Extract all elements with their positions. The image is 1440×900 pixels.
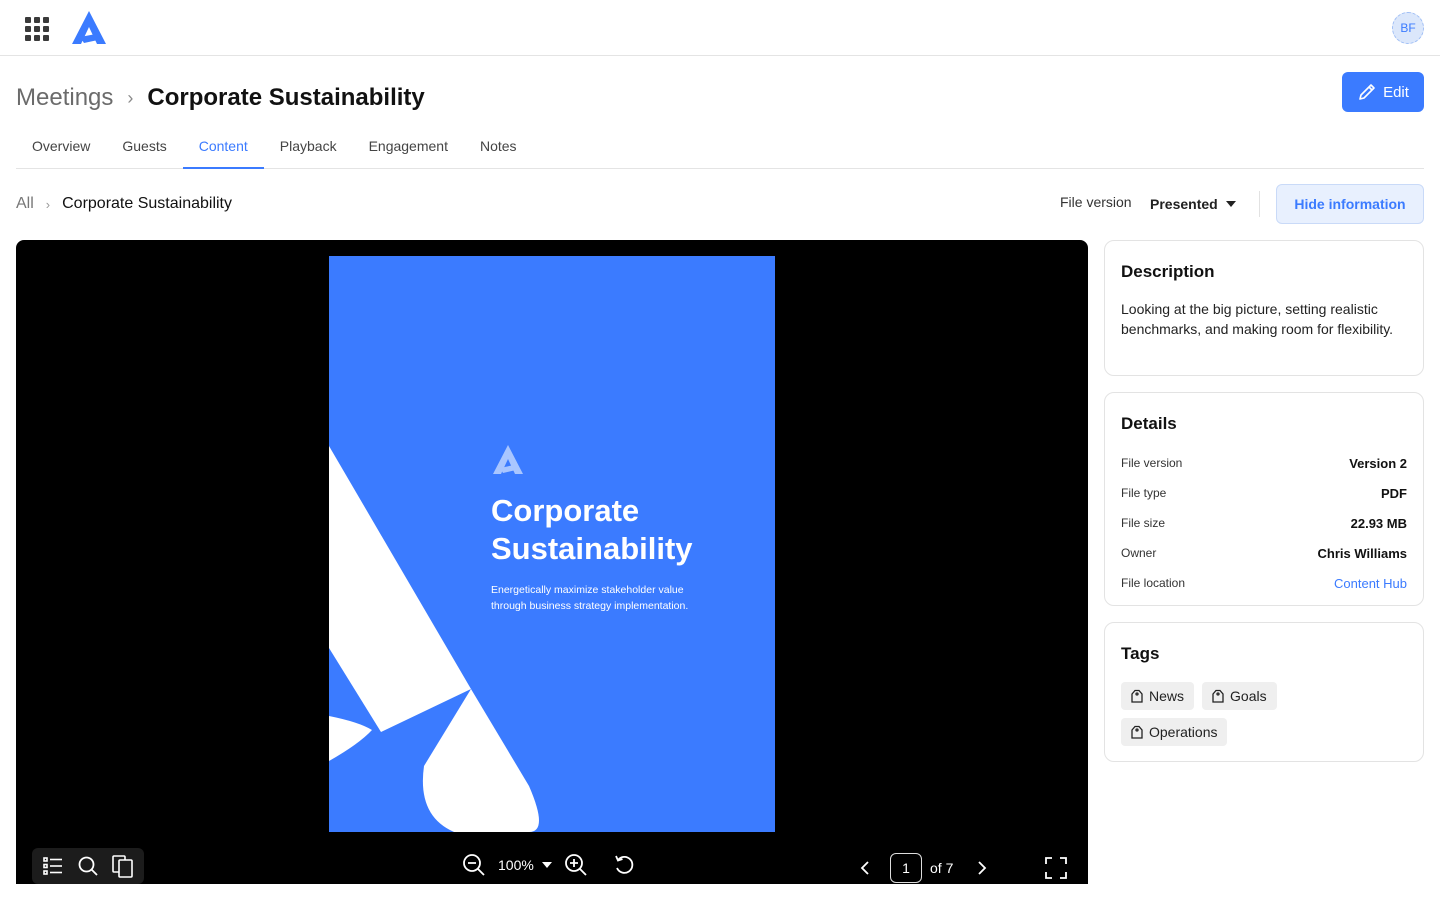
- file-version-value: Presented: [1150, 196, 1218, 212]
- tab-engagement[interactable]: Engagement: [353, 124, 464, 168]
- detail-label: Owner: [1121, 546, 1157, 560]
- tag-operations[interactable]: Operations: [1121, 718, 1228, 746]
- apps-grid-icon[interactable]: [24, 16, 49, 41]
- chevron-right-icon[interactable]: [967, 854, 995, 882]
- tab-playback[interactable]: Playback: [264, 124, 353, 168]
- tags-heading: Tags: [1121, 644, 1160, 663]
- hide-information-button[interactable]: Hide information: [1276, 184, 1424, 224]
- document-subtitle-line-2: through business strategy implementation…: [491, 600, 689, 612]
- file-location-link[interactable]: Content Hub: [1334, 576, 1407, 591]
- detail-label: File version: [1121, 456, 1183, 470]
- document-logo-icon: [493, 445, 523, 474]
- document-title-line-2: Sustainability: [491, 531, 693, 566]
- content-title: Corporate Sustainability: [62, 195, 232, 212]
- tab-overview[interactable]: Overview: [16, 124, 106, 168]
- page-title: Corporate Sustainability: [147, 84, 425, 111]
- description-card: Description Looking at the big picture, …: [1104, 240, 1424, 376]
- detail-label: File type: [1121, 486, 1167, 500]
- detail-label: File size: [1121, 516, 1166, 530]
- detail-value: 22.93 MB: [1350, 515, 1407, 531]
- avatar[interactable]: BF: [1392, 12, 1424, 44]
- total-pages-label: of 7: [930, 860, 954, 876]
- content-breadcrumb-all-link[interactable]: All: [16, 195, 34, 213]
- tab-content[interactable]: Content: [182, 124, 264, 169]
- tags-card: Tags News Goals Operations: [1104, 622, 1424, 762]
- tab-guests[interactable]: Guests: [106, 124, 182, 168]
- detail-row-file-version: File version Version 2: [1121, 448, 1407, 478]
- tag-label: Operations: [1149, 724, 1218, 740]
- tab-notes[interactable]: Notes: [464, 124, 533, 168]
- breadcrumb: Meetings › Corporate Sustainability: [16, 82, 425, 114]
- page-number-input[interactable]: [890, 853, 922, 883]
- edit-button[interactable]: Edit: [1342, 72, 1424, 112]
- tag-label: Goals: [1230, 688, 1267, 704]
- description-heading: Description: [1121, 262, 1215, 281]
- detail-value: Version 2: [1349, 455, 1407, 471]
- outline-icon[interactable]: [39, 852, 67, 880]
- file-version-label: File version: [1060, 194, 1132, 210]
- chevron-left-icon[interactable]: [852, 854, 880, 882]
- thumbnails-icon[interactable]: [109, 852, 137, 880]
- tag-icon: [1131, 725, 1143, 739]
- file-version-select[interactable]: Presented: [1150, 192, 1236, 216]
- content-breadcrumb: All › Corporate Sustainability: [16, 192, 232, 216]
- tag-goals[interactable]: Goals: [1202, 682, 1277, 710]
- document-subtitle-line-1: Energetically maximize stakeholder value: [491, 584, 684, 596]
- zoom-controls: 100%: [460, 850, 638, 880]
- document-page: Corporate Sustainability Energetically m…: [329, 256, 775, 832]
- tag-news[interactable]: News: [1121, 682, 1195, 710]
- brand-logo[interactable]: [70, 10, 108, 46]
- search-icon[interactable]: [74, 852, 102, 880]
- breadcrumb-separator: ›: [127, 87, 134, 108]
- edit-button-label: Edit: [1383, 83, 1409, 101]
- caret-down-icon: [541, 862, 552, 868]
- detail-label: File location: [1121, 576, 1186, 590]
- document-subtitle: Energetically maximize stakeholder value…: [491, 582, 751, 614]
- zoom-level-value: 100%: [498, 857, 534, 873]
- document-title-line-1: Corporate: [491, 493, 640, 528]
- detail-value: Chris Williams: [1317, 545, 1407, 561]
- divider: [1259, 191, 1260, 217]
- zoom-out-icon[interactable]: [460, 851, 488, 879]
- tag-list: News Goals Operations: [1121, 682, 1321, 746]
- tag-icon: [1212, 689, 1224, 703]
- detail-row-file-size: File size 22.93 MB: [1121, 508, 1407, 538]
- rotate-icon[interactable]: [610, 851, 638, 879]
- zoom-level-select[interactable]: 100%: [498, 857, 552, 873]
- detail-row-file-location: File location Content Hub: [1121, 568, 1407, 598]
- caret-down-icon: [1225, 201, 1236, 207]
- viewer-tools: [32, 848, 144, 884]
- pagination: of 7: [852, 852, 995, 884]
- detail-row-owner: Owner Chris Williams: [1121, 538, 1407, 568]
- breadcrumb-meetings-link[interactable]: Meetings: [16, 84, 113, 112]
- zoom-in-icon[interactable]: [562, 851, 590, 879]
- details-heading: Details: [1121, 414, 1177, 433]
- detail-value: PDF: [1381, 485, 1407, 501]
- pencil-icon: [1359, 84, 1375, 100]
- detail-row-file-type: File type PDF: [1121, 478, 1407, 508]
- description-text: Looking at the big picture, setting real…: [1121, 301, 1394, 337]
- tab-bar: Overview Guests Content Playback Engagem…: [16, 124, 1424, 169]
- top-bar: BF: [0, 0, 1440, 56]
- document-viewer[interactable]: Corporate Sustainability Energetically m…: [16, 240, 1088, 884]
- content-breadcrumb-separator: ›: [45, 196, 51, 212]
- details-card: Details File version Version 2 File type…: [1104, 392, 1424, 606]
- document-title: Corporate Sustainability: [491, 492, 761, 568]
- tag-icon: [1131, 689, 1143, 703]
- tag-label: News: [1149, 688, 1185, 704]
- fullscreen-icon[interactable]: [1042, 854, 1070, 882]
